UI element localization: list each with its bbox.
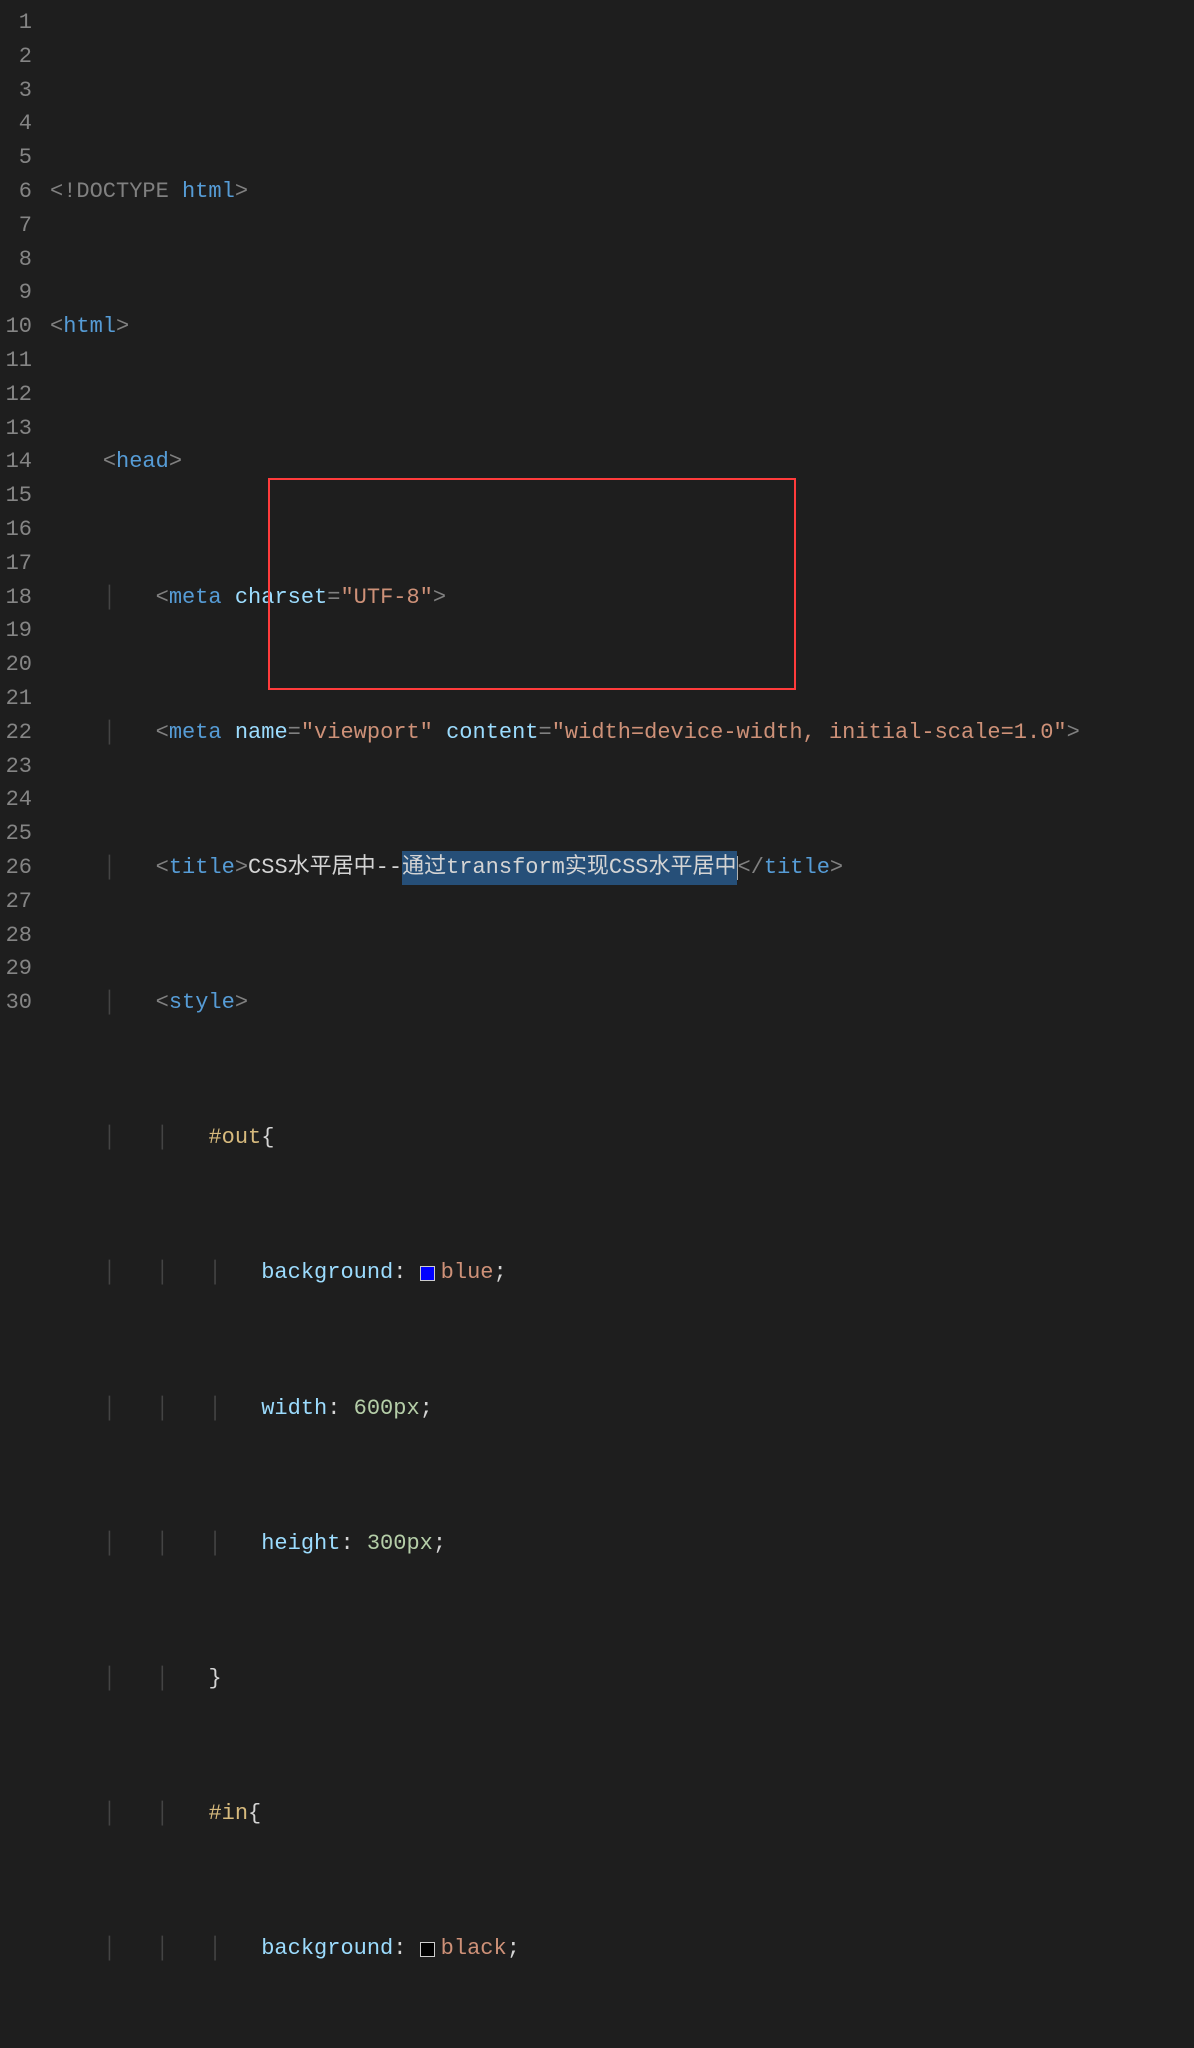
code-line[interactable]: <!DOCTYPE html>	[50, 175, 1194, 209]
line-number: 26	[0, 851, 32, 885]
line-number: 16	[0, 513, 32, 547]
line-number: 13	[0, 412, 32, 446]
code-line[interactable]: │ <title>CSS水平居中--通过transform实现CSS水平居中</…	[50, 851, 1194, 885]
line-number: 25	[0, 817, 32, 851]
code-line[interactable]: <head>	[50, 445, 1194, 479]
code-editor: 1 2 3 4 5 6 7 8 9 10 11 12 13 14 15 16 1…	[0, 0, 1194, 1024]
line-number: 15	[0, 479, 32, 513]
code-line[interactable]: │ │ │ height: 300px;	[50, 1527, 1194, 1561]
line-number: 11	[0, 344, 32, 378]
line-number: 30	[0, 986, 32, 1020]
line-number: 8	[0, 243, 32, 277]
line-number: 28	[0, 919, 32, 953]
color-swatch-black	[420, 1942, 435, 1957]
code-line[interactable]: │ <meta charset="UTF-8">	[50, 581, 1194, 615]
code-line[interactable]: │ │ │ background: black;	[50, 1932, 1194, 1966]
title-text-selected: 通过transform实现CSS水平居中	[402, 851, 736, 885]
line-number: 7	[0, 209, 32, 243]
doctype-close: >	[235, 175, 248, 209]
line-number: 3	[0, 74, 32, 108]
line-number: 17	[0, 547, 32, 581]
line-number: 23	[0, 750, 32, 784]
line-number: 12	[0, 378, 32, 412]
doctype-kw: html	[182, 175, 235, 209]
title-text-plain: CSS水平居中--	[248, 851, 402, 885]
code-line[interactable]: │ │ }	[50, 1662, 1194, 1696]
code-line[interactable]: │ │ #in{	[50, 1797, 1194, 1831]
line-number: 20	[0, 648, 32, 682]
line-number: 10	[0, 310, 32, 344]
line-number: 21	[0, 682, 32, 716]
line-number: 29	[0, 952, 32, 986]
line-numbers-gutter: 1 2 3 4 5 6 7 8 9 10 11 12 13 14 15 16 1…	[0, 0, 50, 1024]
line-number: 9	[0, 276, 32, 310]
line-number: 24	[0, 783, 32, 817]
line-number: 27	[0, 885, 32, 919]
line-number: 14	[0, 445, 32, 479]
line-number: 1	[0, 6, 32, 40]
line-number: 18	[0, 581, 32, 615]
line-number: 22	[0, 716, 32, 750]
code-line[interactable]: │ │ #out{	[50, 1121, 1194, 1155]
code-line[interactable]: │ <meta name="viewport" content="width=d…	[50, 716, 1194, 750]
code-area[interactable]: <!DOCTYPE html> <html> <head> │ <meta ch…	[50, 0, 1194, 1024]
line-number: 2	[0, 40, 32, 74]
code-line[interactable]: <html>	[50, 310, 1194, 344]
line-number: 19	[0, 614, 32, 648]
code-line[interactable]: │ │ │ background: blue;	[50, 1256, 1194, 1290]
color-swatch-blue	[420, 1266, 435, 1281]
code-line[interactable]: │ │ │ width: 600px;	[50, 1392, 1194, 1426]
line-number: 5	[0, 141, 32, 175]
code-line[interactable]: │ <style>	[50, 986, 1194, 1020]
line-number: 4	[0, 107, 32, 141]
line-number: 6	[0, 175, 32, 209]
doctype-open: <!DOCTYPE	[50, 175, 169, 209]
